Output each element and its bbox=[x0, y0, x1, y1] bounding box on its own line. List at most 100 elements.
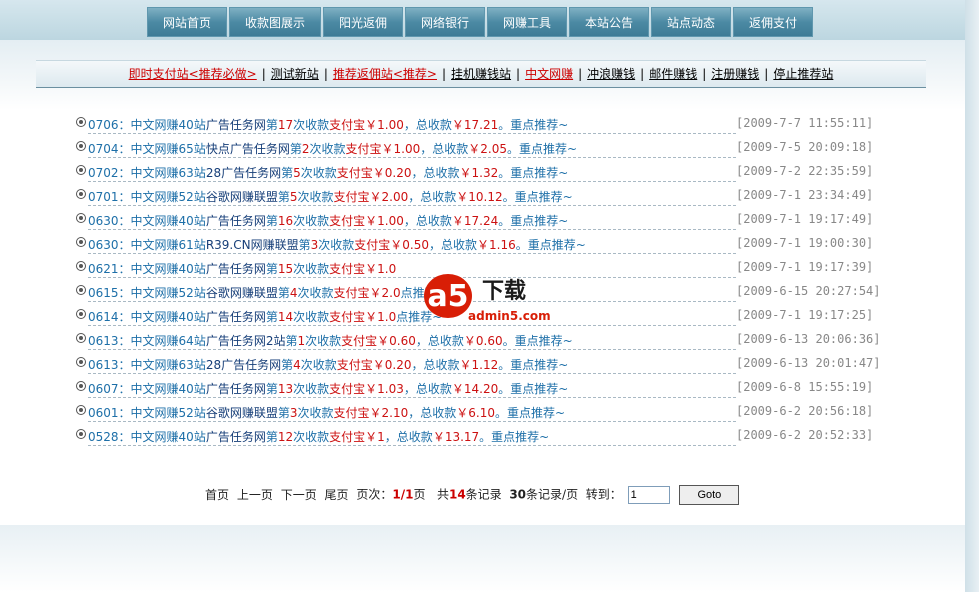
record-site: 中文网赚63站 bbox=[130, 358, 206, 372]
nav-online-bank[interactable]: 网络银行 bbox=[405, 7, 485, 37]
category-link[interactable]: 即时支付站<推荐必做> bbox=[129, 67, 257, 81]
nav-receipt-gallery[interactable]: 收款图展示 bbox=[229, 7, 321, 37]
category-link[interactable]: 测试新站 bbox=[271, 67, 319, 81]
pager-prev[interactable]: 上一页 bbox=[237, 488, 273, 502]
goto-page-input[interactable] bbox=[627, 486, 670, 504]
record-code: 0528： bbox=[88, 430, 131, 444]
record-title-link[interactable]: 0614：中文网赚40站广告任务网第14次收款支付宝￥1.0点推荐~ bbox=[88, 308, 736, 326]
link-separator: | bbox=[578, 67, 583, 81]
pager-first[interactable]: 首页 bbox=[205, 488, 229, 502]
category-link[interactable]: 推荐返佣站<推荐> bbox=[333, 67, 437, 81]
record-total: ￥17.24 bbox=[451, 214, 499, 228]
link-separator: | bbox=[640, 67, 645, 81]
nav-rebate-payment[interactable]: 返佣支付 bbox=[733, 7, 813, 37]
record-date: [2009-7-5 20:09:18] bbox=[736, 140, 874, 154]
record-pre: 第 bbox=[281, 166, 294, 180]
record-title-link[interactable]: 0701：中文网赚52站谷歌网赚联盟第5次收款支付宝￥2.00，总收款￥10.1… bbox=[88, 188, 736, 206]
record-post: 次收款 bbox=[318, 238, 355, 252]
link-separator: | bbox=[702, 67, 707, 81]
record-name: 谷歌网赚联盟 bbox=[205, 406, 278, 420]
record-total: ￥10.12 bbox=[456, 190, 503, 204]
bullet-icon bbox=[76, 285, 86, 295]
list-item: 0701：中文网赚52站谷歌网赚联盟第5次收款支付宝￥2.00，总收款￥10.1… bbox=[74, 187, 884, 211]
bullet-icon bbox=[76, 117, 86, 127]
record-post: 次收款 bbox=[293, 430, 330, 444]
record-title-link[interactable]: 0630：中文网赚61站R39.CN网赚联盟第3次收款支付宝￥0.50，总收款￥… bbox=[88, 236, 736, 254]
nav-announcements[interactable]: 本站公告 bbox=[569, 7, 649, 37]
nav-site-news[interactable]: 站点动态 bbox=[651, 7, 731, 37]
record-end: 。重点推荐~ bbox=[498, 214, 569, 228]
record-title-link[interactable]: 0613：中文网赚63站28广告任务网第4次收款支付宝￥0.20，总收款￥1.1… bbox=[88, 356, 736, 374]
list-item: 0607：中文网赚40站广告任务网第13次收款支付宝￥1.03，总收款￥14.2… bbox=[74, 379, 884, 403]
pager-per-post: 条记录/页 bbox=[526, 487, 579, 502]
record-site: 中文网赚52站 bbox=[130, 406, 206, 420]
bullet-icon bbox=[76, 333, 86, 343]
record-site: 中文网赚65站 bbox=[130, 142, 206, 156]
record-pre: 第 bbox=[285, 334, 298, 348]
category-link[interactable]: 冲浪赚钱 bbox=[587, 67, 635, 81]
nav-tools[interactable]: 网赚工具 bbox=[487, 7, 567, 37]
bullet-icon bbox=[76, 189, 86, 199]
category-link[interactable]: 挂机赚钱站 bbox=[451, 67, 511, 81]
category-link[interactable]: 注册赚钱 bbox=[711, 67, 759, 81]
record-count: 5 bbox=[289, 190, 298, 204]
pager-next[interactable]: 下一页 bbox=[281, 488, 317, 502]
record-date: [2009-7-1 19:17:25] bbox=[736, 308, 874, 322]
bullet-icon bbox=[76, 237, 86, 247]
category-link[interactable]: 停止推荐站 bbox=[773, 67, 833, 81]
record-name: 广告任务网 bbox=[205, 382, 266, 396]
right-scroll-strip bbox=[965, 0, 979, 592]
record-date: [2009-7-1 19:00:30] bbox=[736, 236, 874, 250]
record-pre: 第 bbox=[289, 142, 302, 156]
bullet-icon bbox=[76, 429, 86, 439]
record-code: 0613： bbox=[88, 334, 131, 348]
nav-home[interactable]: 网站首页 bbox=[147, 7, 227, 37]
record-title-link[interactable]: 0607：中文网赚40站广告任务网第13次收款支付宝￥1.03，总收款￥14.2… bbox=[88, 380, 736, 398]
record-code: 0702： bbox=[88, 166, 131, 180]
record-code: 0630： bbox=[88, 214, 131, 228]
list-item: 0630：中文网赚40站广告任务网第16次收款支付宝￥1.00，总收款￥17.2… bbox=[74, 211, 884, 235]
nav-rebate[interactable]: 阳光返佣 bbox=[323, 7, 403, 37]
list-item: 0601：中文网赚52站谷歌网赚联盟第3次收款支付宝￥2.10，总收款￥6.10… bbox=[74, 403, 884, 427]
category-link[interactable]: 邮件赚钱 bbox=[649, 67, 697, 81]
record-title-link[interactable]: 0528：中文网赚40站广告任务网第12次收款支付宝￥1，总收款￥13.17。重… bbox=[88, 428, 736, 446]
record-end: 。重点推荐~ bbox=[502, 190, 573, 204]
record-site: 中文网赚52站 bbox=[130, 190, 206, 204]
link-separator: | bbox=[261, 67, 266, 81]
record-total: ￥14.20 bbox=[451, 382, 499, 396]
record-sep: ，总收款 bbox=[403, 214, 452, 228]
bullet-icon bbox=[76, 165, 86, 175]
record-payment: 支付宝￥0.50 bbox=[354, 238, 430, 252]
category-link[interactable]: 中文网赚 bbox=[525, 67, 573, 81]
pager-last[interactable]: 尾页 bbox=[325, 488, 349, 502]
pager-total-count: 14 bbox=[448, 487, 466, 502]
record-title-link[interactable]: 0601：中文网赚52站谷歌网赚联盟第3次收款支付宝￥2.10，总收款￥6.10… bbox=[88, 404, 736, 422]
record-title-link[interactable]: 0702：中文网赚63站28广告任务网第5次收款支付宝￥0.20，总收款￥1.3… bbox=[88, 164, 736, 182]
bullet-icon bbox=[76, 309, 86, 319]
record-total: ￥13.17 bbox=[432, 430, 480, 444]
record-title-link[interactable]: 0630：中文网赚40站广告任务网第16次收款支付宝￥1.00，总收款￥17.2… bbox=[88, 212, 736, 230]
record-title-link[interactable]: 0613：中文网赚64站广告任务网2站第1次收款支付宝￥0.60，总收款￥0.6… bbox=[88, 332, 736, 350]
record-title-link[interactable]: 0704：中文网赚65站快点广告任务网第2次收款支付宝￥1.00，总收款￥2.0… bbox=[88, 140, 736, 158]
record-count: 17 bbox=[277, 118, 294, 132]
record-payment: 支付宝￥2.0 bbox=[333, 286, 401, 300]
record-title-link[interactable]: 0621：中文网赚40站广告任务网第15次收款支付宝￥1.0 bbox=[88, 260, 736, 278]
pager-page-unit: 页 bbox=[413, 487, 426, 502]
record-post: 次收款 bbox=[297, 406, 334, 420]
category-link-bar: 即时支付站<推荐必做> | 测试新站 | 推荐返佣站<推荐> | 挂机赚钱站 | 中文网赚 | 冲浪… bbox=[36, 60, 926, 88]
watermark-logo: a5 bbox=[427, 279, 468, 314]
record-payment: 支付宝￥1.00 bbox=[329, 118, 404, 132]
record-payment: 支付宝￥1 bbox=[329, 430, 385, 444]
record-count: 13 bbox=[277, 382, 294, 396]
record-title-link[interactable]: 0615：中文网赚52站谷歌网赚联盟第4次收款支付宝￥2.0点推荐~ bbox=[88, 284, 736, 302]
record-sep: ，总收款 bbox=[415, 334, 464, 348]
record-sep: ，总收款 bbox=[429, 238, 478, 252]
record-pre: 第 bbox=[277, 190, 290, 204]
goto-button[interactable]: Goto bbox=[679, 485, 740, 505]
footer-band bbox=[0, 525, 965, 592]
record-title-link[interactable]: 0706：中文网赚40站广告任务网第17次收款支付宝￥1.00，总收款￥17.2… bbox=[88, 116, 736, 134]
bullet-icon bbox=[76, 357, 86, 367]
record-post: 次收款 bbox=[293, 310, 330, 324]
record-site: 中文网赚40站 bbox=[130, 382, 206, 396]
list-item: 0630：中文网赚61站R39.CN网赚联盟第3次收款支付宝￥0.50，总收款￥… bbox=[74, 235, 884, 259]
